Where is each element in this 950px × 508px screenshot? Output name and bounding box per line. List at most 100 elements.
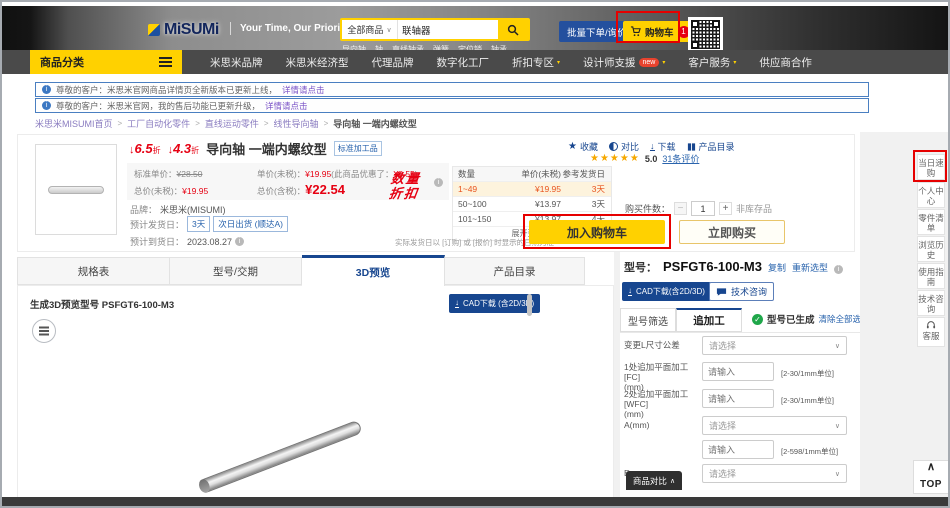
table-header-row: 数量 单价(未税) 参考发货日 <box>453 167 611 182</box>
quantity-plus-button[interactable]: + <box>719 202 732 215</box>
ship-days-box: 3天 <box>187 216 210 232</box>
tab-product-catalog[interactable]: 产品目录 <box>445 257 585 285</box>
shaft-thumbnail-image <box>48 186 104 194</box>
divider <box>230 22 231 35</box>
nav-item-service[interactable]: 客户服务▾ <box>688 55 736 70</box>
catalog-icon <box>687 142 696 152</box>
caret-down-icon: ▾ <box>557 59 560 66</box>
header-banner: MiSUMi Your Time, Our Priority 全部商品 ∨ 导向… <box>2 6 948 50</box>
logo-text: MiSUMi <box>164 21 219 39</box>
subtab-model-filter[interactable]: 型号筛选 <box>620 308 676 332</box>
breadcrumb-fa[interactable]: 工厂自动化零件 <box>127 117 190 130</box>
nav-item-digital-factory[interactable]: 数字化工厂 <box>437 55 490 70</box>
nav-item-brand[interactable]: 米思米品牌 <box>210 55 263 70</box>
wfc-input[interactable] <box>702 389 774 408</box>
cad-download-button-panel[interactable]: ↓ CAD下载(含2D/3D) <box>622 282 711 301</box>
viewer-menu-button[interactable] <box>32 319 56 343</box>
cart-button[interactable]: 购物车 1 <box>623 21 697 42</box>
info-icon[interactable] <box>235 237 244 246</box>
nav-item-economy[interactable]: 米思米经济型 <box>286 55 349 70</box>
brand-row: 品牌：米思米(MISUMI) <box>130 203 226 216</box>
reviews-link[interactable]: 31条评价 <box>662 152 699 165</box>
table-row: 50~100 ¥13.97 3天 <box>453 197 611 212</box>
tab-model-delivery[interactable]: 型号/交期 <box>170 257 302 285</box>
stock-note: 非库存品 <box>736 202 772 215</box>
standard-product-tag: 标准加工品 <box>334 141 382 156</box>
breadcrumb-shaft[interactable]: 线性导向轴 <box>274 117 319 130</box>
product-compare-button[interactable]: 商品对比∧ <box>626 471 682 490</box>
quantity-minus-button[interactable]: − <box>674 202 687 215</box>
info-icon[interactable] <box>434 178 443 187</box>
add-to-cart-button[interactable]: 加入购物车 <box>529 220 665 244</box>
quantity-discount-flag: 数量 折扣 <box>388 171 422 201</box>
sidebar-item-guide[interactable]: 使用指南 <box>917 263 945 289</box>
misumi-logo[interactable]: MiSUMi <box>148 21 219 39</box>
new-badge: new <box>639 58 660 67</box>
breadcrumb-separator: > <box>118 119 123 128</box>
breadcrumb: 米思米MISUMI首页 > 工厂自动化零件 > 直线运动零件 > 线性导向轴 >… <box>35 117 417 130</box>
buy-now-button[interactable]: 立即购买 <box>679 220 785 244</box>
notice-link[interactable]: 详情请点击 <box>265 100 308 112</box>
nav-item-supplier[interactable]: 供应商合作 <box>759 55 812 70</box>
reselect-link[interactable]: 重新选型 <box>792 261 828 274</box>
fc-hint: [2-30/1mm单位] <box>781 368 834 379</box>
caret-down-icon: ▾ <box>733 59 736 66</box>
chat-bubble-icon <box>716 287 727 297</box>
brand-link[interactable]: 米思米(MISUMI) <box>160 203 226 216</box>
download-icon: ↓ <box>650 142 655 151</box>
scrollbar-thumb[interactable] <box>527 294 532 316</box>
nav-item-discount[interactable]: 折扣专区▾ <box>512 55 560 70</box>
product-thumbnail[interactable] <box>35 144 117 235</box>
tab-3d-preview[interactable]: 3D预览 <box>302 255 445 286</box>
breadcrumb-separator: > <box>264 119 269 128</box>
misumi-cube-icon <box>148 24 160 36</box>
sidebar-item-history[interactable]: 浏览历史 <box>917 236 945 262</box>
fc-input[interactable] <box>702 362 774 381</box>
notice-link[interactable]: 详情请点击 <box>282 84 325 96</box>
breadcrumb-separator: > <box>324 119 329 128</box>
qr-code <box>688 17 723 52</box>
model-generated-label: 型号已生成 <box>767 312 815 326</box>
copy-link[interactable]: 复制 <box>768 261 786 274</box>
search-category-select[interactable]: 全部商品 ∨ <box>342 20 398 39</box>
a-value-input[interactable] <box>702 440 774 459</box>
a-select[interactable]: 请选择∨ <box>702 416 847 435</box>
catalog-menu-button[interactable]: 商品分类 <box>30 50 182 74</box>
sidebar-item-quick-order[interactable]: 当日速购 <box>917 154 945 180</box>
e-select[interactable]: 请选择∨ <box>702 464 847 483</box>
download-icon: ↓ <box>455 299 459 308</box>
search-input[interactable] <box>398 20 498 39</box>
misumi-product-page: MiSUMi Your Time, Our Priority 全部商品 ∨ 导向… <box>0 0 950 508</box>
notice-bar-2: 尊敬的客户：米思米官网，我的售后功能已更新升级， 详情请点击 <box>35 98 869 113</box>
tolerance-select[interactable]: 请选择∨ <box>702 336 847 355</box>
sidebar-item-my-account[interactable]: 个人中心 <box>917 182 945 208</box>
divider <box>620 332 860 333</box>
breadcrumb-home[interactable]: 米思米MISUMI首页 <box>35 117 113 130</box>
quantity-row: 购买件数： − 1 + 非库存品 <box>625 201 772 216</box>
subtab-additional-processing[interactable]: 追加工 <box>676 308 742 332</box>
field-label-wfc: 2处追加平面加工[WFC](mm) <box>624 389 702 419</box>
breadcrumb-linear[interactable]: 直线运动零件 <box>205 117 259 130</box>
tech-consult-button[interactable]: 技术咨询 <box>709 282 774 301</box>
caret-down-icon: ▾ <box>662 59 665 66</box>
search-button[interactable] <box>498 20 528 39</box>
nav-item-agency[interactable]: 代理品牌 <box>372 55 414 70</box>
express-box: 次日出货 (顺达A) <box>213 216 288 232</box>
headset-icon <box>926 320 936 329</box>
sidebar-item-tech-consult[interactable]: 技术咨询 <box>917 290 945 316</box>
standard-price: 标准单价：¥28.50 <box>134 168 203 180</box>
sidebar-item-parts-list[interactable]: 零件清单 <box>917 209 945 235</box>
info-icon <box>42 85 51 94</box>
quantity-value[interactable]: 1 <box>691 201 715 216</box>
tab-spec-table[interactable]: 规格表 <box>17 257 170 285</box>
check-circle-icon: ✓ <box>752 314 763 325</box>
info-icon[interactable] <box>834 265 843 274</box>
notice-text: 尊敬的客户：米思米官网，我的售后功能已更新升级， <box>56 100 260 112</box>
discount-badge-2: ↓ 4.3 折 <box>168 141 200 156</box>
nav-item-designer[interactable]: 设计师支援new▾ <box>583 55 665 70</box>
quantity-label: 购买件数： <box>625 202 670 215</box>
total-price-taxed: 总价(含税)：¥22.54 <box>257 182 345 197</box>
sidebar-item-customer-service[interactable]: 客服 <box>917 317 945 347</box>
back-to-top-button[interactable]: ∧ TOP <box>913 460 949 494</box>
model-row: 型号： PSFGT6-100-M3 复制 重新选型 <box>624 259 843 275</box>
